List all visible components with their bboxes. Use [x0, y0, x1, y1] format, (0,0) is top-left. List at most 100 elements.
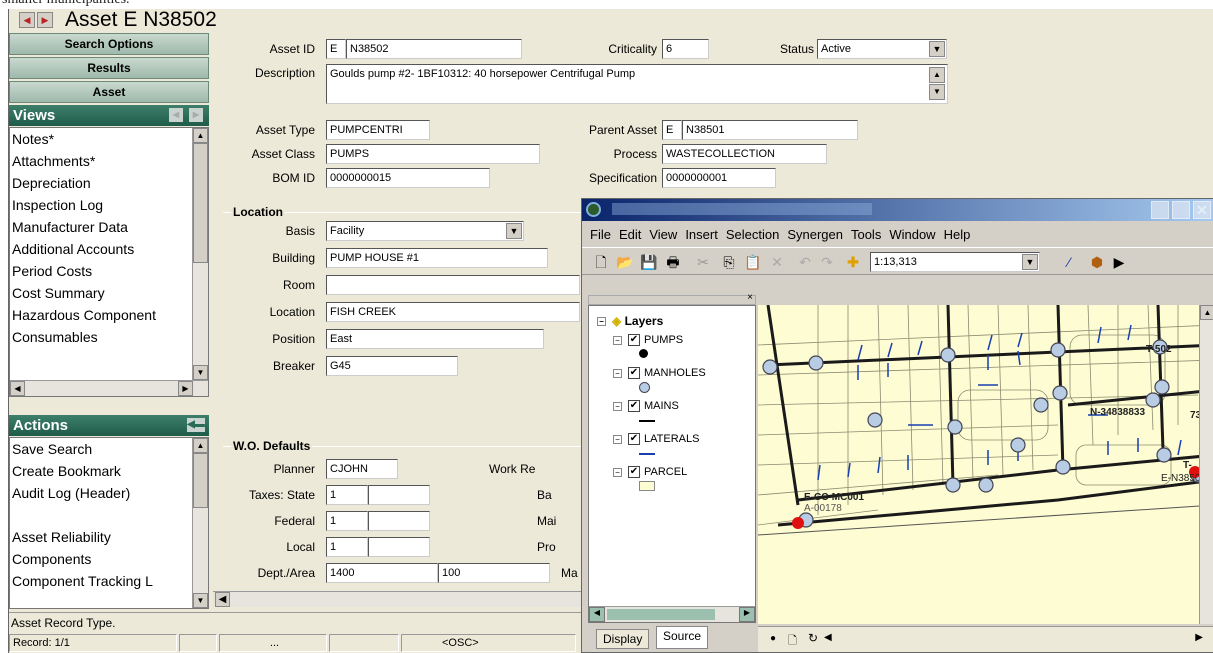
chevron-down-icon[interactable]: ▼: [1022, 254, 1038, 270]
scroll-left-icon[interactable]: ◀: [824, 632, 832, 643]
minimize-icon[interactable]: [1151, 201, 1169, 219]
sidebar-item-view[interactable]: Depreciation: [10, 172, 208, 194]
maximize-icon[interactable]: [1172, 201, 1190, 219]
collapse-icon[interactable]: −: [613, 335, 622, 345]
layer-mains[interactable]: − ✔ MAINS: [613, 400, 679, 413]
layout-view-icon[interactable]: 🗋: [788, 632, 797, 651]
checkbox-checked-icon[interactable]: ✔: [628, 466, 640, 479]
bom-id-field[interactable]: 0000000015: [326, 168, 490, 188]
collapse-icon[interactable]: −: [613, 434, 622, 444]
scroll-thumb[interactable]: [193, 453, 208, 508]
menu-item-file[interactable]: File: [590, 225, 611, 245]
pointer-icon[interactable]: ▶: [1110, 253, 1128, 271]
asset-button[interactable]: Asset: [9, 81, 209, 103]
dept-field[interactable]: 1400: [326, 563, 438, 583]
menu-item-synergen[interactable]: Synergen: [787, 225, 843, 245]
local-rate-field[interactable]: [368, 537, 430, 557]
layer-parcel[interactable]: − ✔ PARCEL: [613, 466, 687, 479]
menu-item-selection[interactable]: Selection: [726, 225, 779, 245]
area-field[interactable]: 100: [438, 563, 550, 583]
scroll-down-icon[interactable]: ▼: [929, 84, 945, 100]
parent-asset-field[interactable]: N38501: [682, 120, 858, 140]
new-document-icon[interactable]: 🗋: [592, 253, 610, 271]
collapse-icon[interactable]: −: [613, 368, 622, 378]
scroll-down-icon[interactable]: ▼: [193, 593, 208, 608]
paste-icon[interactable]: 📋: [744, 253, 762, 271]
sidebar-item-action[interactable]: Create Bookmark: [10, 460, 208, 482]
sidebar-item-view[interactable]: Notes*: [10, 128, 208, 150]
criticality-field[interactable]: 6: [662, 39, 709, 59]
room-field[interactable]: [326, 275, 580, 295]
map-view[interactable]: T-502 N-34838833 735 T- 0 E-N38502 E-CC-…: [758, 305, 1213, 624]
scroll-left-icon[interactable]: ◀: [589, 607, 605, 622]
sidebar-item-view[interactable]: Additional Accounts: [10, 238, 208, 260]
toc-root[interactable]: − ◈ Layers: [597, 314, 663, 328]
scroll-thumb[interactable]: [193, 143, 208, 263]
checkbox-checked-icon[interactable]: ✔: [628, 400, 640, 413]
form-hscrollbar[interactable]: ◀: [213, 591, 581, 607]
description-field[interactable]: Goulds pump #2- 1BF10312: 40 horsepower …: [326, 64, 948, 104]
sidebar-item-view[interactable]: Period Costs: [10, 260, 208, 282]
sidebar-item-view[interactable]: Inspection Log: [10, 194, 208, 216]
sidebar-item-action[interactable]: Audit Log (Header): [10, 482, 208, 504]
cut-icon[interactable]: ✂: [694, 253, 712, 271]
toc-hscrollbar[interactable]: ◀ ▶: [589, 606, 755, 622]
specification-field[interactable]: 0000000001: [662, 168, 776, 188]
chevron-down-icon[interactable]: ▼: [506, 223, 522, 239]
menu-item-view[interactable]: View: [649, 225, 677, 245]
scroll-up-icon[interactable]: ▲: [193, 128, 208, 143]
sidebar-item-action[interactable]: Component Tracking L: [10, 570, 208, 592]
data-view-icon[interactable]: ●: [770, 633, 776, 644]
scroll-right-icon[interactable]: ▶: [1195, 632, 1203, 643]
position-field[interactable]: East: [326, 329, 544, 349]
arcmap-titlebar[interactable]: ✕: [582, 199, 1213, 221]
sidebar-item-view[interactable]: Hazardous Component: [10, 304, 208, 326]
sidebar-item-view[interactable]: Attachments*: [10, 150, 208, 172]
menu-item-window[interactable]: Window: [889, 225, 935, 245]
process-field[interactable]: WASTECOLLECTION: [662, 144, 827, 164]
taxes-state-field[interactable]: 1: [326, 485, 368, 505]
print-icon[interactable]: 🖶: [664, 253, 682, 271]
asset-type-field[interactable]: PUMPCENTRI: [326, 120, 430, 140]
map-scale-select[interactable]: 1:13,313 ▼: [870, 252, 1040, 272]
layer-pumps[interactable]: − ✔ PUMPS: [613, 334, 683, 347]
sidebar-item-action[interactable]: Asset Reliability: [10, 526, 208, 548]
collapse-icon[interactable]: −: [613, 467, 622, 477]
open-folder-icon[interactable]: 📂: [616, 253, 634, 271]
collapse-icon[interactable]: −: [613, 401, 622, 411]
parent-asset-prefix-field[interactable]: E: [662, 120, 682, 140]
tab-source[interactable]: Source: [656, 626, 709, 649]
asset-id-field[interactable]: N38502: [346, 39, 522, 59]
search-options-button[interactable]: Search Options: [9, 33, 209, 55]
scroll-left-icon[interactable]: ◀: [215, 592, 230, 607]
scroll-down-icon[interactable]: ▼: [193, 365, 208, 380]
close-icon[interactable]: ✕: [1193, 201, 1211, 219]
scroll-up-icon[interactable]: ▲: [929, 67, 945, 83]
close-icon[interactable]: ×: [747, 292, 753, 303]
add-data-icon[interactable]: ✚: [844, 253, 862, 271]
views-scrollbar[interactable]: ▲ ▼: [192, 128, 208, 380]
identify-icon[interactable]: ⬢: [1088, 253, 1106, 271]
actions-scrollbar[interactable]: ▲ ▼: [192, 438, 208, 608]
taxes-state-rate-field[interactable]: [368, 485, 430, 505]
back-arrow-icon[interactable]: ◀: [19, 12, 35, 28]
save-icon[interactable]: 💾: [640, 253, 658, 271]
scroll-up-icon[interactable]: ▲: [1200, 305, 1213, 320]
scroll-left-icon[interactable]: ◀: [10, 381, 25, 396]
breaker-field[interactable]: G45: [326, 356, 458, 376]
scroll-right-icon[interactable]: ▶: [739, 607, 755, 622]
location-field[interactable]: FISH CREEK: [326, 302, 580, 322]
layer-laterals[interactable]: − ✔ LATERALS: [613, 433, 699, 446]
asset-class-field[interactable]: PUMPS: [326, 144, 540, 164]
redo-icon[interactable]: ↷: [818, 253, 836, 271]
undo-icon[interactable]: ↶: [796, 253, 814, 271]
local-field[interactable]: 1: [326, 537, 368, 557]
checkbox-checked-icon[interactable]: ✔: [628, 367, 640, 380]
copy-icon[interactable]: ⎘: [720, 253, 738, 271]
status-select[interactable]: Active ▼: [817, 39, 947, 59]
views-hscrollbar[interactable]: ◀ ▶: [10, 380, 208, 396]
checkbox-checked-icon[interactable]: ✔: [628, 334, 640, 347]
federal-rate-field[interactable]: [368, 511, 430, 531]
map-canvas[interactable]: T-502 N-34838833 735 T- 0 E-N38502 E-CC-…: [758, 305, 1213, 624]
forward-arrow-icon[interactable]: ▶: [37, 12, 53, 28]
